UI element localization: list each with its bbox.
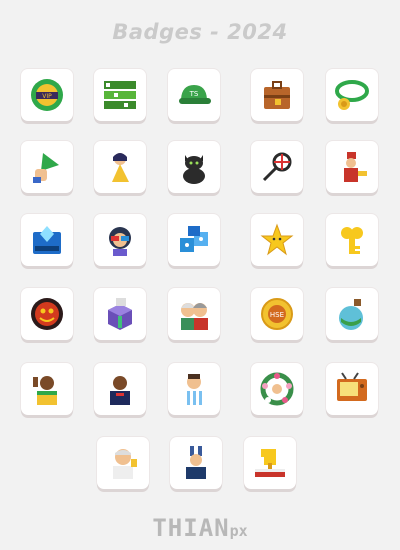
badge-tile[interactable] <box>326 214 378 266</box>
flower-wreath-icon <box>260 372 294 406</box>
badge-tile[interactable] <box>168 363 220 415</box>
svg-text:HSE: HSE <box>270 311 284 319</box>
retro-tv-icon <box>337 372 367 401</box>
badge-tile[interactable] <box>94 141 146 193</box>
badge-tile[interactable] <box>21 214 73 266</box>
badge-tile[interactable] <box>326 363 378 415</box>
purple-mech-crate-icon <box>108 298 132 330</box>
badge-tile[interactable] <box>251 141 303 193</box>
badge-tile[interactable]: VIP <box>21 69 73 121</box>
vip-chip-icon: VIP <box>31 79 63 111</box>
svg-text:TS: TS <box>189 90 199 98</box>
green-graffiti-text-icon <box>104 81 136 109</box>
thumbs-up-man-icon <box>33 376 57 405</box>
badge-tile[interactable] <box>94 363 146 415</box>
girl-yellow-dress-icon <box>112 153 129 182</box>
badge-tile[interactable] <box>251 214 303 266</box>
badge-tile[interactable] <box>244 437 296 489</box>
badge-tile[interactable] <box>326 288 378 340</box>
black-cat-icon <box>183 155 205 184</box>
badge-tile[interactable] <box>94 288 146 340</box>
suitcase-icon <box>264 81 290 109</box>
gold-key-icon <box>341 227 363 254</box>
badge-tile[interactable] <box>170 437 222 489</box>
brand-main: THIAN <box>152 514 230 542</box>
hand-holding-triangle-icon <box>33 153 59 183</box>
svg-text:VIP: VIP <box>42 93 52 100</box>
badge-tile[interactable] <box>326 69 378 121</box>
girl-3d-glasses-icon <box>109 227 131 256</box>
brand-logo: THIANpx <box>0 514 400 542</box>
badge-tile[interactable]: HSE <box>251 288 303 340</box>
badge-tile[interactable] <box>168 141 220 193</box>
fez-musician-icon <box>344 152 367 182</box>
man-thumbs-up-icon <box>113 449 137 479</box>
blue-gem-sign-icon <box>33 226 61 254</box>
badge-tile[interactable] <box>21 288 73 340</box>
badge-tile[interactable] <box>94 214 146 266</box>
blue-dice-blocks-icon <box>180 226 208 252</box>
man-striped-jersey-icon <box>184 374 204 405</box>
brand-suffix: px <box>229 522 248 540</box>
gold-trophy-book-icon <box>255 449 285 477</box>
badge-tile[interactable] <box>21 363 73 415</box>
badge-tile[interactable] <box>251 363 303 415</box>
badge-tile[interactable] <box>97 437 149 489</box>
badge-tile[interactable] <box>326 141 378 193</box>
badge-tile[interactable] <box>94 69 146 121</box>
badge-tile[interactable]: TS <box>168 69 220 121</box>
hse-compass-icon: HSE <box>261 298 293 330</box>
badge-grid: VIP TS HSE <box>0 0 400 500</box>
badge-tile[interactable] <box>168 288 220 340</box>
bunny-ears-person-icon <box>186 446 206 479</box>
gold-star-icon <box>260 223 294 256</box>
potion-bottle-icon <box>339 299 363 330</box>
green-cap-icon: TS <box>179 85 211 104</box>
old-couple-icon <box>181 303 208 330</box>
key-crosshair-icon <box>262 152 292 182</box>
badge-tile[interactable] <box>168 214 220 266</box>
badge-tile[interactable] <box>251 69 303 121</box>
badge-tile[interactable] <box>21 141 73 193</box>
red-emblem-icon <box>31 298 63 330</box>
green-medal-ribbon-icon <box>335 80 369 110</box>
man-dark-shirt-icon <box>110 376 130 405</box>
